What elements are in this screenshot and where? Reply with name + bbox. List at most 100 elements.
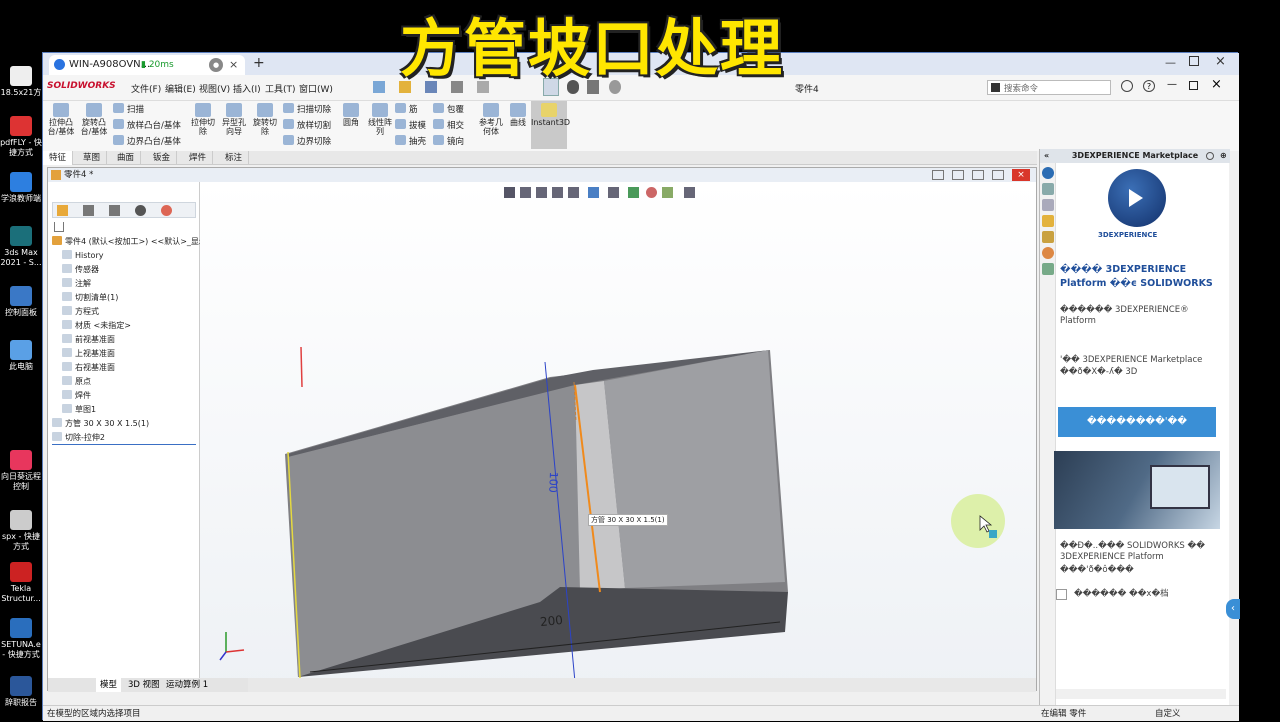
doc-maximize-icon[interactable] <box>992 170 1004 180</box>
lofted-cut-button[interactable]: 放样切割 <box>283 119 331 131</box>
curves-button[interactable]: 曲线 <box>507 103 529 127</box>
tree-item-weldment[interactable]: 焊件 <box>62 390 91 401</box>
task-pane-scrollbar[interactable] <box>1056 689 1226 699</box>
help-icon[interactable]: ? <box>1143 80 1155 92</box>
tree-item-annotations[interactable]: 注解 <box>62 278 91 289</box>
tree-item-cut-list[interactable]: 切割清单(1) <box>62 292 118 303</box>
collapse-arrows-icon[interactable]: « <box>1044 149 1049 163</box>
new-tab-button[interactable]: + <box>253 55 265 71</box>
pin-icon[interactable]: ⊕ <box>1220 149 1227 163</box>
design-library-icon[interactable] <box>1042 199 1054 211</box>
dimension-200-label[interactable]: 200 <box>539 613 563 629</box>
extrude-cut-button[interactable]: 拉伸切除 <box>189 103 217 136</box>
expand-pane-arrow-icon[interactable]: ‹ <box>1226 599 1240 619</box>
hole-wizard-button[interactable]: 异型孔向导 <box>219 103 249 136</box>
record-icon[interactable]: ● <box>209 58 223 72</box>
tree-item-material[interactable]: 材质 <未指定> <box>62 320 131 331</box>
tree-item-square-tube[interactable]: 方管 30 X 30 X 1.5(1) <box>52 418 149 429</box>
tab-surfaces[interactable]: 曲面 <box>111 151 142 165</box>
tree-item-right-plane[interactable]: 右视基准面 <box>62 362 115 373</box>
desktop-icon-control-panel[interactable]: 控制面板 <box>0 286 42 318</box>
configuration-manager-tab-icon[interactable] <box>109 205 120 216</box>
boundary-boss-button[interactable]: 边界凸台/基体 <box>113 135 181 147</box>
browser-tab[interactable]: WIN-A908OVN... ▮ 20ms ● × <box>49 55 245 75</box>
desktop-icon-folder[interactable]: 18.5x21方 <box>0 66 42 98</box>
menu-view[interactable]: 视图(V) <box>199 82 230 95</box>
menu-edit[interactable]: 编辑(E) <box>165 82 196 95</box>
instant3d-button[interactable]: Instant3D <box>531 101 570 149</box>
tab-features[interactable]: 特征 <box>43 151 74 165</box>
tree-item-equations[interactable]: 方程式 <box>62 306 99 317</box>
reference-geometry-button[interactable]: 参考几何体 <box>477 103 505 136</box>
extrude-boss-button[interactable]: 拉伸凸台/基体 <box>47 103 75 136</box>
tree-item-part[interactable]: 零件4 (默认<按加工>) <<默认>_显示状 <box>52 236 215 247</box>
menu-insert[interactable]: 插入(I) <box>233 82 261 95</box>
task-pane-options-icon[interactable] <box>1206 152 1214 160</box>
wrap-button[interactable]: 包覆 <box>433 103 464 115</box>
new-icon[interactable] <box>373 81 385 93</box>
loft-boss-button[interactable]: 放样凸台/基体 <box>113 119 181 131</box>
filter-icon[interactable] <box>54 222 64 232</box>
dimxpert-tab-icon[interactable] <box>135 205 146 216</box>
graphics-area[interactable]: 100 200 方管 30 X 30 X 1.5(1) <box>200 182 1036 692</box>
linear-pattern-button[interactable]: 线性阵列 <box>367 103 393 136</box>
boundary-cut-button[interactable]: 边界切除 <box>283 135 331 147</box>
dont-show-checkbox[interactable] <box>1056 589 1067 600</box>
tree-item-cut-extrude2[interactable]: 切除-拉伸2 <box>52 432 105 443</box>
desktop-icon-this-pc[interactable]: 此电脑 <box>0 340 42 372</box>
dimension-100-label[interactable]: 100 <box>546 472 560 493</box>
solidworks-resources-icon[interactable] <box>1042 183 1054 195</box>
property-manager-tab-icon[interactable] <box>83 205 94 216</box>
tree-item-origin[interactable]: 原点 <box>62 376 91 387</box>
desktop-icon-word-doc[interactable]: 辞职报告 <box>0 676 42 708</box>
desktop-icon-sunlogin[interactable]: 向日葵远程控制 <box>0 450 42 492</box>
close-tab-icon[interactable]: × <box>229 55 238 75</box>
marketplace-cta-button[interactable]: ��������'�� <box>1058 407 1216 437</box>
menu-window[interactable]: 窗口(W) <box>299 82 333 95</box>
tab-sketch[interactable]: 草图 <box>77 151 108 165</box>
intersect-button[interactable]: 相交 <box>433 119 464 131</box>
search-command-box[interactable]: 搜索命令 <box>987 80 1111 95</box>
close-window-icon[interactable]: × <box>1215 54 1226 69</box>
desktop-icon-pdffly[interactable]: pdfFLY - 快捷方式 <box>0 116 42 158</box>
tab-markup[interactable]: 标注 <box>219 151 250 165</box>
rib-button[interactable]: 筋 <box>395 103 418 115</box>
doc-close-icon[interactable]: × <box>1012 169 1030 181</box>
minimize-icon[interactable]: — <box>1165 56 1176 69</box>
desktop-icon-tekla[interactable]: Tekla Structur... <box>0 562 42 604</box>
sw-minimize-icon[interactable]: — <box>1167 79 1177 90</box>
tab-sheet-metal[interactable]: 钣金 <box>147 151 178 165</box>
desktop-icon-3dsmax[interactable]: 3ds Max 2021 - S... <box>0 226 42 268</box>
tree-item-sketch1[interactable]: 草图1 <box>62 404 96 415</box>
desktop-icon-xuelang[interactable]: 学浪教师端 <box>0 172 42 204</box>
desktop-icon-setuna[interactable]: SETUNA.e - 快捷方式 <box>0 618 42 660</box>
fillet-button[interactable]: 圆角 <box>339 103 363 127</box>
appearances-icon[interactable] <box>1042 247 1054 259</box>
sw-close-icon[interactable]: × <box>1211 77 1222 92</box>
custom-properties-icon[interactable] <box>1042 263 1054 275</box>
revolve-cut-button[interactable]: 旋转切除 <box>251 103 279 136</box>
display-manager-tab-icon[interactable] <box>161 205 172 216</box>
swept-cut-button[interactable]: 扫描切除 <box>283 103 331 115</box>
desktop-icon-spx[interactable]: spx - 快捷方式 <box>0 510 42 552</box>
sw-maximize-icon[interactable] <box>1189 81 1198 90</box>
tab-model[interactable]: 模型 <box>96 678 122 692</box>
doc-cascade-icon[interactable] <box>952 170 964 180</box>
menu-tools[interactable]: 工具(T) <box>265 82 296 95</box>
draft-button[interactable]: 拔模 <box>395 119 426 131</box>
tab-3d-views[interactable]: 3D 视图 <box>124 678 164 692</box>
doc-minimize-icon[interactable] <box>972 170 984 180</box>
tree-item-sensors[interactable]: 传感器 <box>62 264 99 275</box>
tree-item-top-plane[interactable]: 上视基准面 <box>62 348 115 359</box>
mirror-button[interactable]: 镜向 <box>433 135 464 147</box>
menu-file[interactable]: 文件(F) <box>131 82 161 95</box>
shell-button[interactable]: 抽壳 <box>395 135 426 147</box>
maximize-icon[interactable] <box>1189 56 1199 66</box>
tree-item-front-plane[interactable]: 前视基准面 <box>62 334 115 345</box>
revolve-boss-button[interactable]: 旋转凸台/基体 <box>79 103 109 136</box>
sweep-button[interactable]: 扫描 <box>113 103 144 115</box>
tab-motion-study[interactable]: 运动算例 1 <box>162 678 212 692</box>
user-icon[interactable] <box>1121 80 1133 92</box>
3dexperience-tab-icon[interactable] <box>1042 167 1054 179</box>
file-explorer-icon[interactable] <box>1042 215 1054 227</box>
